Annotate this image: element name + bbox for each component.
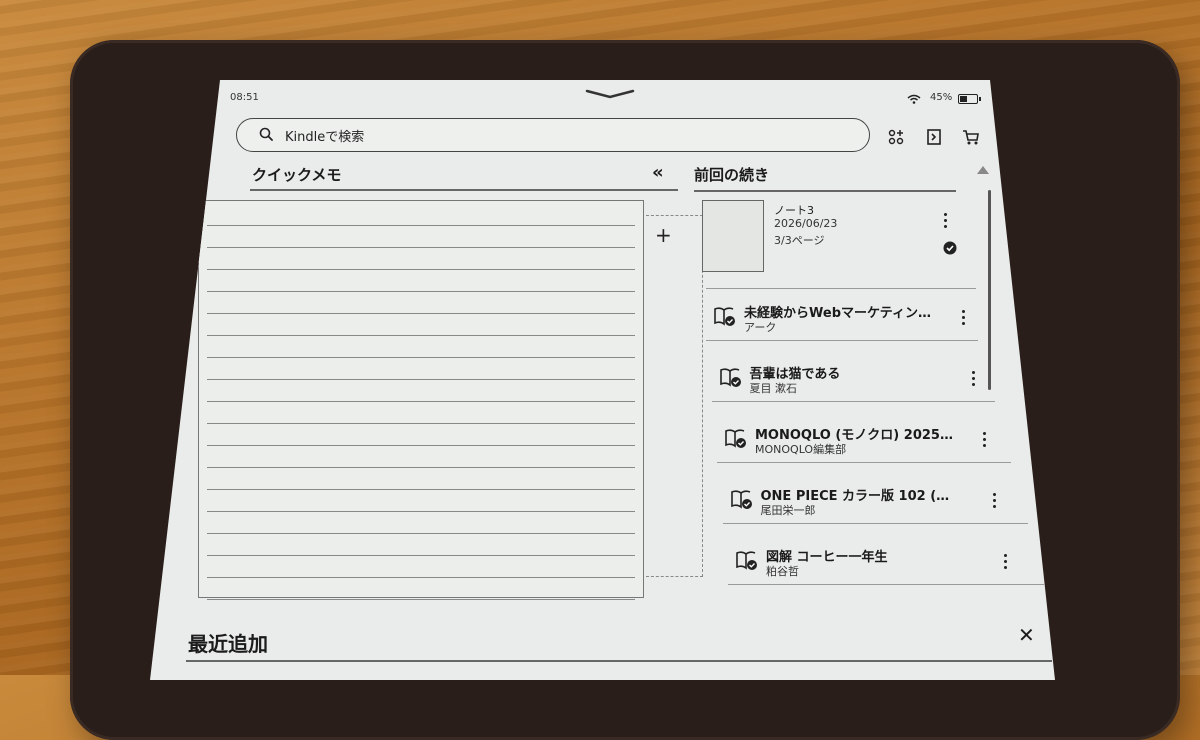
memo-ruled-line (207, 291, 635, 292)
quick-memo-divider (250, 189, 678, 191)
scrollbar[interactable] (988, 190, 991, 390)
book-more-icon[interactable] (1003, 554, 1008, 572)
memo-ruled-line (207, 357, 635, 358)
book-more-icon[interactable] (982, 432, 987, 450)
close-icon[interactable]: ✕ (1018, 623, 1035, 647)
cart-icon[interactable] (962, 128, 980, 146)
memo-ruled-line (207, 335, 635, 336)
memo-ruled-line (207, 401, 635, 402)
memo-ruled-line (207, 577, 635, 578)
note-title[interactable]: ノート3 (774, 202, 814, 218)
book-downloaded-icon (725, 429, 746, 448)
collapse-icon[interactable]: « (652, 162, 664, 183)
wifi-icon (907, 94, 921, 104)
book-downloaded-icon (736, 551, 757, 570)
downloaded-check-icon (943, 241, 957, 255)
status-time: 08:51 (230, 92, 259, 103)
row-divider (717, 462, 1011, 463)
memo-ruled-line (207, 423, 635, 424)
scroll-up-arrow-icon[interactable] (977, 166, 989, 174)
book-author: 尾田栄一郎 (760, 504, 816, 517)
quick-memo-canvas[interactable] (198, 200, 644, 600)
row-divider (722, 523, 1028, 524)
continue-reading-divider (694, 190, 956, 192)
book-more-icon[interactable] (993, 493, 997, 511)
memo-ruled-line (207, 489, 635, 490)
note-more-icon[interactable] (944, 213, 948, 231)
memo-ruled-line (207, 511, 635, 512)
book-author: アーク (744, 321, 777, 334)
book-more-icon[interactable] (962, 310, 966, 328)
memo-ruled-line (207, 445, 635, 446)
search-bar[interactable]: Kindleで検索 (236, 118, 870, 152)
memo-ruled-line (207, 533, 635, 534)
recently-added-title: 最近追加 (188, 632, 268, 656)
kindle-screen: 08:51 45% Kindleで検索 クイックメモ « + 前回の続き ノート… (150, 80, 1055, 680)
add-memo-area[interactable] (646, 215, 703, 577)
book-downloaded-icon (719, 368, 741, 387)
memo-ruled-line (207, 225, 635, 226)
row-divider (706, 340, 978, 341)
note-thumbnail[interactable] (702, 200, 764, 272)
search-placeholder: Kindleで検索 (285, 130, 365, 145)
book-downloaded-icon (714, 307, 735, 326)
memo-ruled-line (207, 379, 635, 380)
quick-memo-title: クイックメモ (252, 166, 342, 184)
note-pages: 3/3ページ (774, 234, 825, 247)
book-downloaded-icon (730, 490, 752, 509)
pull-down-chevron-icon[interactable] (585, 88, 635, 100)
memo-ruled-line (207, 247, 635, 248)
battery-percentage: 45% (930, 92, 953, 103)
memo-ruled-line (207, 599, 635, 600)
memo-ruled-line (207, 555, 635, 556)
recently-added-divider (186, 660, 1052, 662)
row-divider (728, 584, 1044, 585)
battery-icon (958, 94, 981, 104)
add-memo-icon[interactable]: + (655, 223, 672, 247)
book-author: 夏目 漱石 (749, 382, 798, 395)
memo-ruled-line (207, 313, 635, 314)
book-author: MONOQLO編集部 (755, 443, 847, 456)
memo-ruled-line (207, 269, 635, 270)
search-icon (259, 127, 273, 141)
continue-reading-title: 前回の続き (694, 166, 770, 184)
book-more-icon[interactable] (972, 371, 976, 389)
grid-plus-icon[interactable] (887, 128, 905, 146)
note-date: 2026/06/23 (774, 217, 838, 230)
book-author: 粕谷哲 (766, 565, 799, 578)
row-divider (711, 401, 995, 402)
memo-ruled-line (207, 467, 635, 468)
row-divider (706, 288, 976, 289)
library-icon[interactable] (925, 128, 943, 146)
